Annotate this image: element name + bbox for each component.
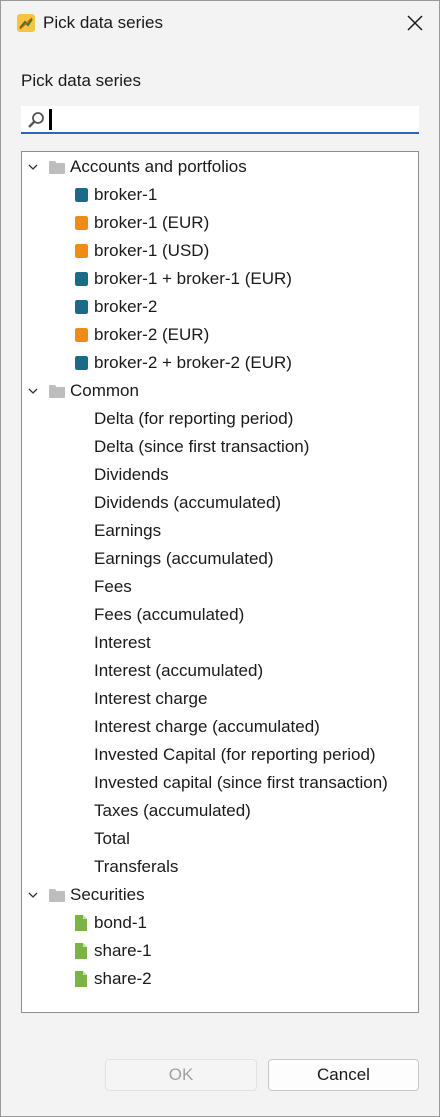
folder-icon (49, 889, 65, 902)
close-button[interactable] (401, 9, 429, 37)
dialog-window: Pick data series Pick data series Accoun… (0, 0, 440, 1117)
search-field[interactable] (21, 106, 419, 134)
section-label: Pick data series (21, 71, 141, 90)
tree-item-row[interactable]: broker-1 (22, 181, 418, 209)
tree-item-label: Delta (since first transaction) (94, 437, 310, 456)
tree-item-label: Total (94, 829, 130, 848)
tree-item-row[interactable]: Fees (accumulated) (22, 601, 418, 629)
tree-item-row[interactable]: Invested capital (since first transactio… (22, 769, 418, 797)
tree-item-label: broker-2 (94, 297, 158, 316)
account-square-icon (75, 328, 88, 342)
tree-item-row[interactable]: Fees (22, 573, 418, 601)
tree-item-row[interactable]: Transferals (22, 853, 418, 881)
chevron-down-icon[interactable] (28, 162, 38, 172)
tree-item-label: Invested Capital (for reporting period) (94, 745, 376, 764)
folder-icon (49, 385, 65, 398)
tree-item-label: broker-1 (EUR) (94, 213, 210, 232)
tree-item-row[interactable]: Delta (for reporting period) (22, 405, 418, 433)
tree-item-label: bond-1 (94, 913, 147, 932)
tree-item-label: share-1 (94, 941, 152, 960)
tree-item-row[interactable]: Dividends (22, 461, 418, 489)
tree-item-row[interactable]: broker-1 (USD) (22, 237, 418, 265)
app-icon (17, 14, 35, 32)
tree-item-row[interactable]: share-1 (22, 937, 418, 965)
window-title: Pick data series (43, 13, 163, 32)
tree-group-row[interactable]: Securities (22, 881, 418, 909)
tree-item-label: Interest charge (94, 689, 208, 708)
tree-item-row[interactable]: Earnings (22, 517, 418, 545)
tree-item-label: broker-2 + broker-2 (EUR) (94, 353, 292, 372)
cancel-button[interactable]: Cancel (268, 1059, 419, 1091)
tree-group-label: Accounts and portfolios (70, 157, 247, 176)
tree-item-row[interactable]: broker-1 + broker-1 (EUR) (22, 265, 418, 293)
tree-item-row[interactable]: broker-2 (EUR) (22, 321, 418, 349)
title-bar[interactable]: Pick data series (1, 1, 439, 45)
tree-item-row[interactable]: broker-2 (22, 293, 418, 321)
tree-item-label: Delta (for reporting period) (94, 409, 294, 428)
tree-item-row[interactable]: Interest (accumulated) (22, 657, 418, 685)
tree-item-row[interactable]: Invested Capital (for reporting period) (22, 741, 418, 769)
close-icon (407, 15, 423, 31)
tree-item-row[interactable]: Interest (22, 629, 418, 657)
chevron-down-icon[interactable] (28, 890, 38, 900)
portfolio-square-icon (75, 272, 88, 286)
tree-item-label: broker-1 (94, 185, 158, 204)
tree-group-label: Securities (70, 885, 145, 904)
tree-item-label: Earnings (accumulated) (94, 549, 274, 568)
tree-item-row[interactable]: Total (22, 825, 418, 853)
tree-item-row[interactable]: Earnings (accumulated) (22, 545, 418, 573)
series-tree[interactable]: Accounts and portfolios broker-1 broker-1 … (21, 151, 419, 1013)
folder-icon (49, 161, 65, 174)
tree-item-label: Interest charge (accumulated) (94, 717, 320, 736)
tree-item-label: Dividends (accumulated) (94, 493, 282, 512)
tree-group-row[interactable]: Common (22, 377, 418, 405)
text-caret (49, 109, 52, 130)
tree-item-row[interactable]: broker-2 + broker-2 (EUR) (22, 349, 418, 377)
tree-item-label: share-2 (94, 969, 152, 988)
tree-item-label: Fees (94, 577, 132, 596)
portfolio-square-icon (75, 356, 88, 370)
tree-item-row[interactable]: share-2 (22, 965, 418, 993)
tree-item-row[interactable]: Interest charge (22, 685, 418, 713)
tree-item-label: Invested capital (since first transactio… (94, 773, 388, 792)
tree-item-row[interactable]: Dividends (accumulated) (22, 489, 418, 517)
tree-item-label: broker-1 (USD) (94, 241, 210, 260)
security-document-icon (75, 943, 87, 959)
chevron-down-icon[interactable] (28, 386, 38, 396)
tree-item-row[interactable]: Interest charge (accumulated) (22, 713, 418, 741)
search-input[interactable] (55, 108, 409, 132)
tree-item-label: Fees (accumulated) (94, 605, 245, 624)
tree-item-label: broker-1 + broker-1 (EUR) (94, 269, 292, 288)
tree-item-label: broker-2 (EUR) (94, 325, 210, 344)
tree-group-label: Common (70, 381, 139, 400)
account-square-icon (75, 244, 88, 258)
security-document-icon (75, 915, 87, 931)
search-icon (28, 112, 44, 128)
tree-item-label: Interest (94, 633, 151, 652)
security-document-icon (75, 971, 87, 987)
tree-item-label: Dividends (94, 465, 169, 484)
tree-item-label: Transferals (94, 857, 179, 876)
tree-item-label: Earnings (94, 521, 162, 540)
ok-button[interactable]: OK (105, 1059, 257, 1091)
portfolio-square-icon (75, 300, 88, 314)
portfolio-square-icon (75, 188, 88, 202)
tree-item-row[interactable]: Taxes (accumulated) (22, 797, 418, 825)
tree-item-row[interactable]: bond-1 (22, 909, 418, 937)
tree-group-row[interactable]: Accounts and portfolios (22, 153, 418, 181)
tree-item-label: Interest (accumulated) (94, 661, 264, 680)
tree-item-row[interactable]: Delta (since first transaction) (22, 433, 418, 461)
tree-item-label: Taxes (accumulated) (94, 801, 251, 820)
account-square-icon (75, 216, 88, 230)
tree-item-row[interactable]: broker-1 (EUR) (22, 209, 418, 237)
